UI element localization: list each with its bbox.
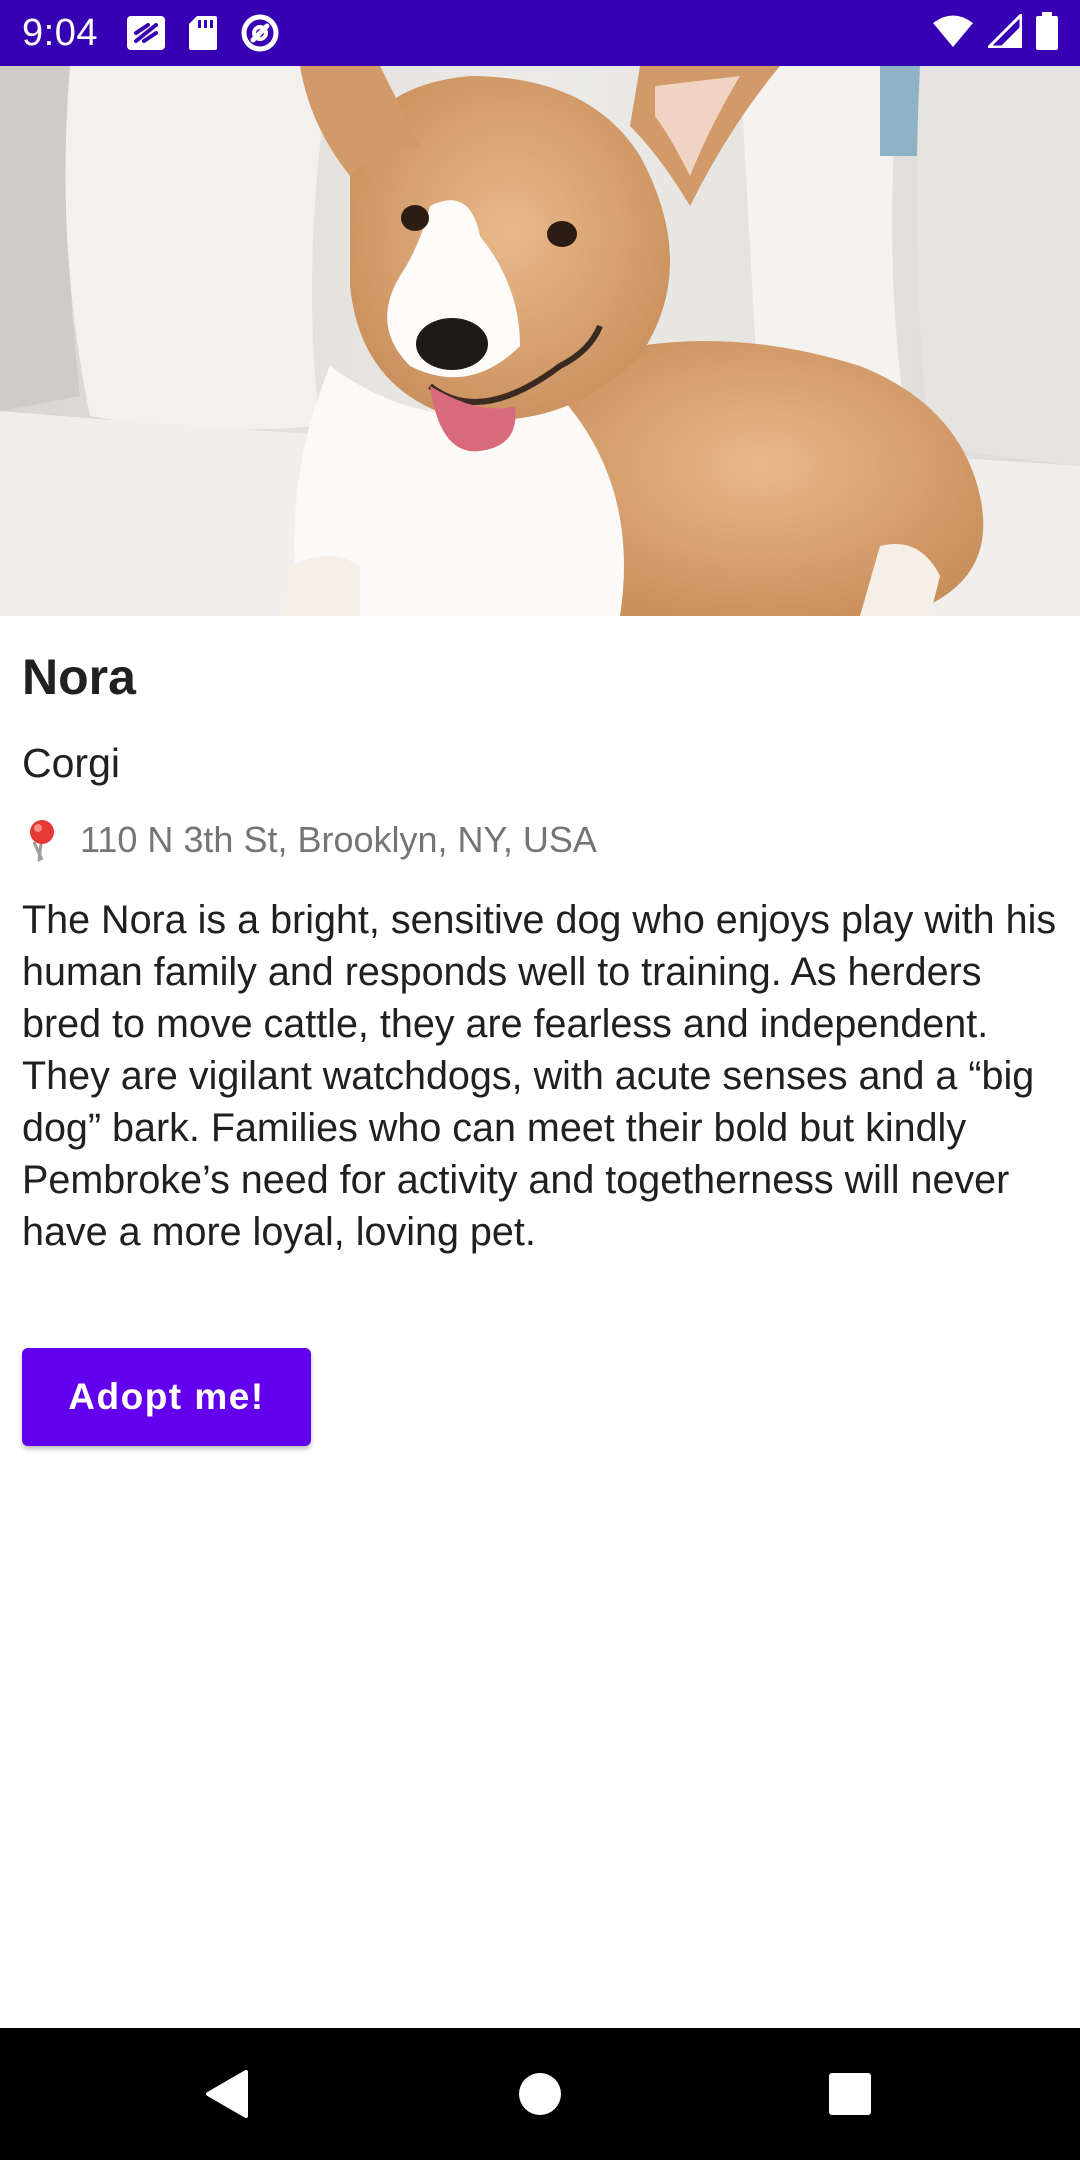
pet-location: 110 N 3th St, Brooklyn, NY, USA xyxy=(22,818,597,862)
cell-signal-icon xyxy=(985,10,1023,53)
recents-icon[interactable] xyxy=(818,2062,882,2126)
adopt-button[interactable]: Adopt me! xyxy=(22,1348,311,1446)
pet-breed: Corgi xyxy=(22,740,120,786)
pet-name: Nora xyxy=(22,649,136,705)
status-right-group xyxy=(932,0,1058,66)
pet-detail-screen: 9:04 Nora Corgi 110 N 3th St, Brooklyn, … xyxy=(0,0,1080,2160)
pet-description: The Nora is a bright, sensitive dog who … xyxy=(22,898,1057,1254)
sd-card-icon xyxy=(188,15,218,51)
back-icon[interactable] xyxy=(194,2062,258,2126)
wifi-icon xyxy=(932,14,974,53)
at-sign-icon xyxy=(240,13,280,53)
navigation-bar xyxy=(0,2028,1080,2160)
home-icon[interactable] xyxy=(508,2062,572,2126)
status-time: 9:04 xyxy=(22,11,98,54)
pet-location-text: 110 N 3th St, Brooklyn, NY, USA xyxy=(80,819,597,860)
corgi-photo xyxy=(0,66,1080,616)
battery-icon xyxy=(1036,11,1058,55)
status-bar: 9:04 xyxy=(0,0,1080,66)
news-app-icon xyxy=(126,15,166,51)
map-pin-icon xyxy=(22,818,62,862)
